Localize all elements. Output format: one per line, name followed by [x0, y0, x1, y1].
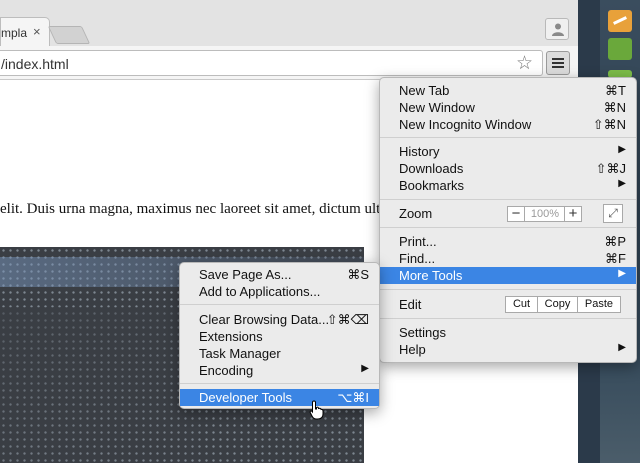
menu-item-downloads[interactable]: Downloads ⇧⌘J — [380, 160, 636, 177]
menu-divider — [380, 289, 636, 290]
submenu-arrow-icon: ▶ — [361, 363, 369, 374]
menu-item-save-page-as[interactable]: Save Page As... ⌘S — [180, 266, 379, 283]
menu-divider — [380, 318, 636, 319]
url-text: /index.html — [1, 56, 69, 72]
menu-item-zoom: Zoom − 100% + ⤢ — [380, 204, 636, 223]
bookmark-star-icon[interactable]: ☆ — [516, 52, 533, 75]
menu-item-bookmarks[interactable]: Bookmarks ▶ — [380, 177, 636, 194]
menu-item-find[interactable]: Find... ⌘F — [380, 250, 636, 267]
menu-item-encoding[interactable]: Encoding ▶ — [180, 362, 379, 379]
menu-divider — [380, 199, 636, 200]
browser-tab[interactable]: mpla × — [0, 17, 50, 47]
copy-button[interactable]: Copy — [538, 297, 578, 312]
menu-item-developer-tools[interactable]: Developer Tools ⌥⌘I — [180, 389, 379, 406]
chrome-main-menu: New Tab ⌘T New Window ⌘N New Incognito W… — [379, 77, 637, 363]
menu-item-edit: Edit Cut Copy Paste — [380, 296, 636, 313]
new-tab-button[interactable] — [47, 26, 91, 44]
tab-strip: mpla × — [0, 0, 578, 47]
menu-item-help[interactable]: Help ▶ — [380, 341, 636, 358]
menu-item-task-manager[interactable]: Task Manager — [180, 345, 379, 362]
menu-divider — [180, 304, 379, 305]
menu-item-add-to-applications[interactable]: Add to Applications... — [180, 283, 379, 300]
menu-item-more-tools[interactable]: More Tools ▶ — [380, 267, 636, 284]
zoom-control: − 100% + — [507, 206, 582, 222]
menu-item-new-tab[interactable]: New Tab ⌘T — [380, 82, 636, 99]
close-tab-icon[interactable]: × — [33, 24, 41, 39]
edit-button-group: Cut Copy Paste — [505, 296, 621, 313]
menu-divider — [180, 383, 379, 384]
chrome-menu-button[interactable] — [546, 51, 570, 75]
cut-button[interactable]: Cut — [506, 297, 538, 312]
menu-item-settings[interactable]: Settings — [380, 324, 636, 341]
app-icon-green[interactable] — [608, 38, 632, 60]
menu-item-clear-browsing-data[interactable]: Clear Browsing Data... ⇧⌘⌫ — [180, 311, 379, 328]
person-icon — [552, 23, 564, 36]
submenu-arrow-icon: ▶ — [618, 144, 626, 155]
menu-item-new-window[interactable]: New Window ⌘N — [380, 99, 636, 116]
menu-item-history[interactable]: History ▶ — [380, 143, 636, 160]
menu-item-new-incognito-window[interactable]: New Incognito Window ⇧⌘N — [380, 116, 636, 133]
hand-pointer-icon — [309, 400, 324, 420]
menu-divider — [380, 227, 636, 228]
more-tools-submenu: Save Page As... ⌘S Add to Applications..… — [179, 262, 380, 409]
profile-button[interactable] — [545, 18, 569, 40]
menu-item-extensions[interactable]: Extensions — [180, 328, 379, 345]
page-paragraph: elit. Duis urna magna, maximus nec laore… — [0, 201, 386, 217]
menu-divider — [380, 137, 636, 138]
address-bar[interactable]: /index.html ☆ — [0, 50, 543, 76]
zoom-in-button[interactable]: + — [564, 206, 581, 222]
submenu-arrow-icon: ▶ — [618, 268, 626, 279]
zoom-out-button[interactable]: − — [508, 206, 525, 222]
browser-toolbar: /index.html ☆ — [0, 46, 578, 80]
submenu-arrow-icon: ▶ — [618, 342, 626, 353]
zoom-level: 100% — [530, 208, 560, 220]
app-icon-orange[interactable] — [608, 10, 632, 32]
submenu-arrow-icon: ▶ — [618, 178, 626, 189]
menu-item-print[interactable]: Print... ⌘P — [380, 233, 636, 250]
fullscreen-icon[interactable]: ⤢ — [603, 204, 623, 223]
hamburger-icon — [552, 58, 564, 60]
tab-title: mpla — [1, 26, 28, 40]
paste-button[interactable]: Paste — [578, 297, 620, 310]
